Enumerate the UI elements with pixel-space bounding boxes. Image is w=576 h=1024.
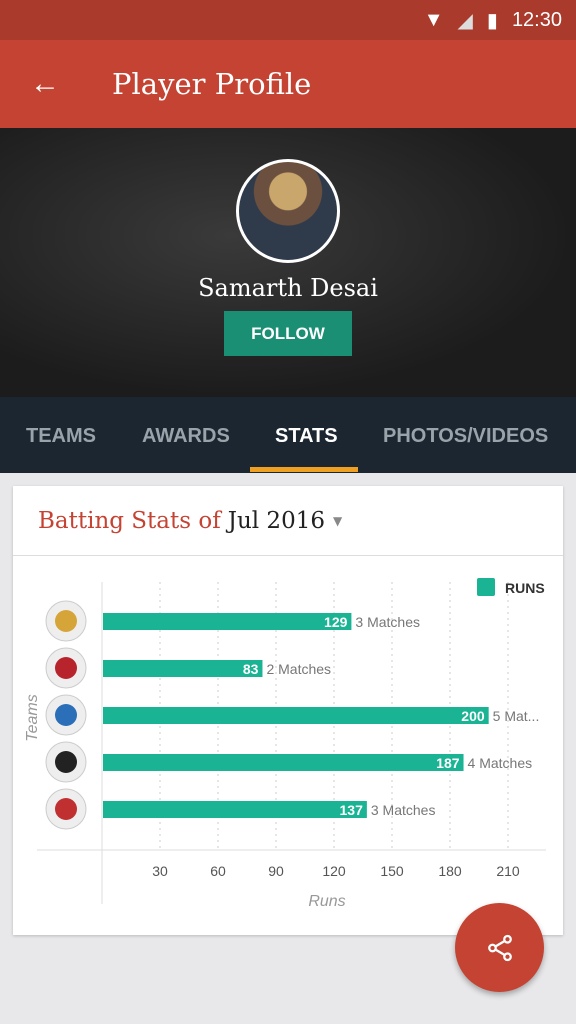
avatar bbox=[236, 159, 340, 263]
x-tick-label: 210 bbox=[496, 863, 520, 879]
signal-icon: ◢ bbox=[457, 9, 473, 32]
bar bbox=[103, 754, 464, 771]
x-tick-label: 60 bbox=[210, 863, 226, 879]
bar-value-label: 200 bbox=[461, 708, 485, 724]
wifi-icon: ▼ bbox=[423, 8, 444, 31]
tab-teams[interactable]: TEAMS bbox=[26, 425, 96, 448]
legend-label: RUNS bbox=[505, 580, 545, 596]
bar-annotation: 2 Matches bbox=[266, 661, 331, 677]
tab-stats[interactable]: STATS bbox=[275, 425, 338, 448]
bar bbox=[103, 660, 263, 677]
bar-value-label: 137 bbox=[340, 802, 364, 818]
bar-annotation: 3 Matches bbox=[371, 802, 436, 818]
team-logo-4-mark bbox=[55, 751, 77, 773]
legend-swatch bbox=[477, 578, 495, 596]
team-logo-2-mark bbox=[55, 657, 77, 679]
tab-awards[interactable]: AWARDS bbox=[142, 425, 230, 448]
status-bar: ▼ ◢ ▮ 12:30 bbox=[0, 0, 576, 40]
tab-bar: TEAMS AWARDS STATS PHOTOS/VIDEOS bbox=[0, 397, 576, 473]
batting-stats-card: Batting Stats of Jul 2016 ▼ 30 60 90 120 150… bbox=[13, 486, 563, 935]
bar bbox=[103, 707, 489, 724]
x-tick-label: 120 bbox=[322, 863, 346, 879]
x-tick-label: 30 bbox=[152, 863, 168, 879]
y-axis-label: Teams bbox=[24, 694, 41, 741]
team-logo-1-mark bbox=[55, 610, 77, 632]
battery-icon: ▮ bbox=[486, 9, 498, 32]
team-logo-3-mark bbox=[55, 704, 77, 726]
bar-value-label: 83 bbox=[243, 661, 259, 677]
follow-button[interactable]: FOLLOW bbox=[224, 311, 352, 356]
bar-annotation: 4 Matches bbox=[468, 755, 533, 771]
share-button[interactable] bbox=[455, 903, 544, 992]
bar-annotation: 3 Matches bbox=[355, 614, 420, 630]
app-bar: ← Player Profile bbox=[0, 40, 576, 128]
bar-annotation: 5 Mat... bbox=[493, 708, 540, 724]
active-tab-indicator bbox=[250, 467, 358, 472]
player-name: Samarth Desai bbox=[198, 274, 378, 302]
bar bbox=[103, 613, 352, 630]
runs-chart: 30 60 90 120 150 180 210 RUNS Runs Teams 129 3 Matc… bbox=[24, 578, 546, 910]
page-title: Player Profile bbox=[112, 67, 312, 101]
x-axis-label: Runs bbox=[308, 893, 345, 910]
share-icon bbox=[487, 934, 512, 961]
bar bbox=[103, 801, 367, 818]
arrow-left-icon[interactable]: ← bbox=[0, 67, 90, 101]
team-logo-5-mark bbox=[55, 798, 77, 820]
bar-value-label: 129 bbox=[324, 614, 348, 630]
x-tick-label: 90 bbox=[268, 863, 284, 879]
x-tick-label: 180 bbox=[438, 863, 462, 879]
month-dropdown[interactable]: Jul 2016 bbox=[228, 508, 325, 534]
profile-header: Samarth Desai FOLLOW bbox=[0, 128, 576, 397]
card-title: Batting Stats of bbox=[38, 507, 221, 534]
bar-value-label: 187 bbox=[436, 755, 460, 771]
tab-photos-videos[interactable]: PHOTOS/VIDEOS bbox=[383, 425, 548, 448]
x-tick-label: 150 bbox=[380, 863, 404, 879]
caret-down-icon[interactable]: ▼ bbox=[333, 514, 342, 528]
status-time: 12:30 bbox=[511, 8, 562, 31]
